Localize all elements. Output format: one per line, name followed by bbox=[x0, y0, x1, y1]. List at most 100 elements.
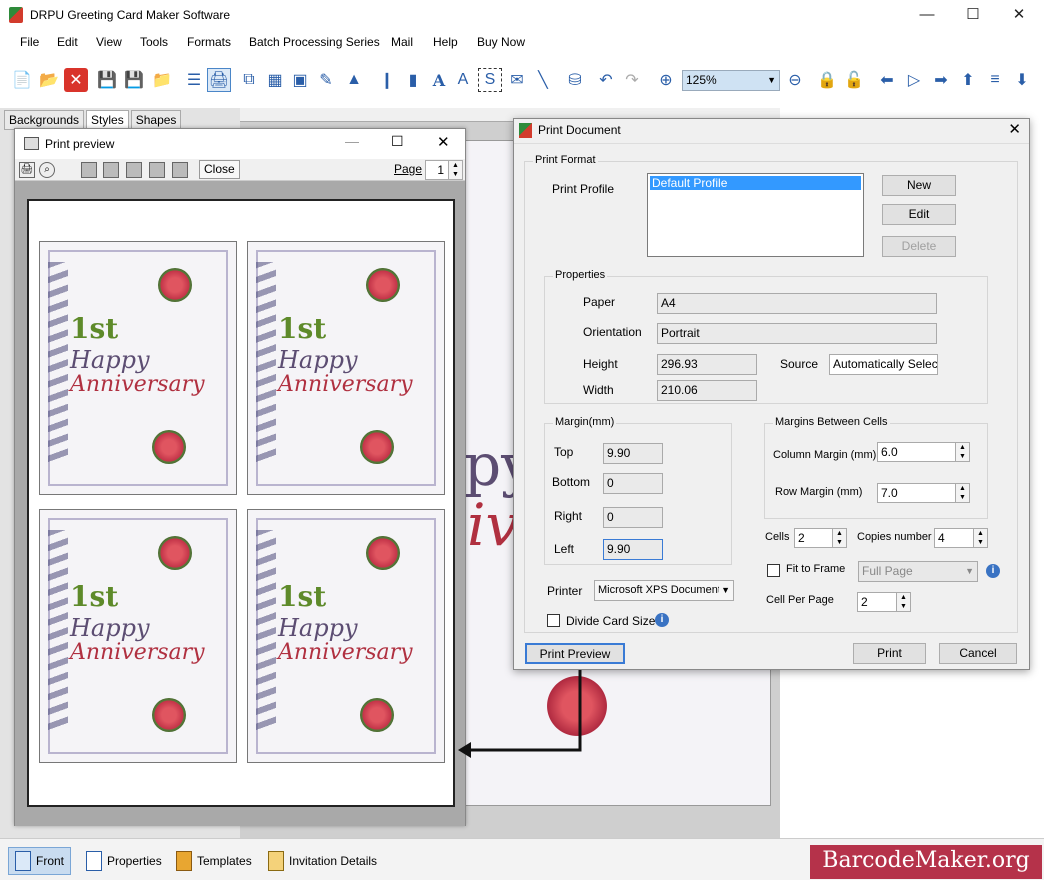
page-spinner[interactable]: 1 ▲ ▼ bbox=[425, 160, 463, 180]
preview-print-icon[interactable]: 🖨 bbox=[19, 162, 35, 178]
mail-icon[interactable]: ✉ bbox=[505, 68, 529, 92]
save-as-icon[interactable]: 💾 bbox=[122, 68, 146, 92]
menu-formats[interactable]: Formats bbox=[187, 35, 231, 49]
menu-buy-now[interactable]: Buy Now bbox=[477, 35, 525, 49]
tab-backgrounds[interactable]: Backgrounds bbox=[4, 110, 85, 130]
picture-icon[interactable]: ▣ bbox=[288, 68, 312, 92]
export-icon[interactable]: 📁 bbox=[150, 68, 174, 92]
menu-tools[interactable]: Tools bbox=[140, 35, 168, 49]
height-field[interactable]: 296.93 bbox=[657, 354, 757, 375]
cancel-button[interactable]: Cancel bbox=[939, 643, 1017, 664]
pen-icon[interactable]: ✎ bbox=[314, 68, 338, 92]
tab-styles[interactable]: Styles bbox=[86, 110, 129, 130]
tab-shapes[interactable]: Shapes bbox=[130, 110, 182, 130]
preview-maximize-button[interactable]: ☐ bbox=[391, 133, 404, 150]
menu-edit[interactable]: Edit bbox=[57, 35, 78, 49]
left-margin-field[interactable]: 9.90 bbox=[603, 539, 663, 560]
spinner-arrows-icon[interactable]: ▲ ▼ bbox=[896, 593, 910, 611]
preview-minimize-button[interactable]: — bbox=[345, 133, 359, 149]
top-margin-field[interactable]: 9.90 bbox=[603, 443, 663, 464]
right-margin-field[interactable]: 0 bbox=[603, 507, 663, 528]
print-preview-button[interactable]: Print Preview bbox=[525, 643, 625, 664]
copy-icon[interactable]: ⧉ bbox=[237, 68, 261, 92]
unlock-icon[interactable]: 🔓 bbox=[842, 68, 866, 92]
align-icon[interactable]: ≡ bbox=[983, 68, 1007, 92]
row-margin-spinner[interactable]: 7.0 ▲ ▼ bbox=[877, 483, 970, 503]
divide-info-icon[interactable]: i bbox=[655, 613, 669, 627]
minimize-button[interactable]: — bbox=[904, 2, 950, 28]
zoom-select[interactable]: 125% ▼ bbox=[682, 70, 780, 91]
new-profile-button[interactable]: New bbox=[882, 175, 956, 196]
cell-per-page-spinner[interactable]: 2 ▲ ▼ bbox=[857, 592, 911, 612]
text-icon[interactable]: A bbox=[427, 68, 451, 92]
word-art-icon[interactable]: A bbox=[451, 68, 475, 92]
source-field[interactable]: Automatically Selec bbox=[829, 354, 938, 375]
barcode-2-icon[interactable]: ▮ bbox=[401, 68, 425, 92]
fit-to-frame-select[interactable]: Full Page ▼ bbox=[858, 561, 978, 582]
menu-mail[interactable]: Mail bbox=[391, 35, 413, 49]
close-window-button[interactable]: ✕ bbox=[996, 2, 1042, 28]
save-icon[interactable]: 💾 bbox=[95, 68, 119, 92]
arrow-right-icon[interactable]: ➡ bbox=[929, 68, 953, 92]
spinner-arrows-icon[interactable]: ▲ ▼ bbox=[448, 161, 462, 179]
flip-icon[interactable]: ▷ bbox=[902, 68, 926, 92]
print-button[interactable]: Print bbox=[853, 643, 926, 664]
width-field[interactable]: 210.06 bbox=[657, 380, 757, 401]
front-tab[interactable]: Front bbox=[8, 847, 72, 875]
image-icon[interactable]: ▦ bbox=[263, 68, 287, 92]
one-page-icon[interactable] bbox=[81, 162, 97, 178]
line-icon[interactable]: ╲ bbox=[531, 68, 555, 92]
column-margin-spinner[interactable]: 6.0 ▲ ▼ bbox=[877, 442, 970, 462]
close-file-icon[interactable]: ✕ bbox=[64, 68, 88, 92]
arrow-up-icon[interactable]: ⬆ bbox=[956, 68, 980, 92]
arrow-left-icon[interactable]: ⬅ bbox=[875, 68, 899, 92]
menu-help[interactable]: Help bbox=[433, 35, 458, 49]
profile-item[interactable]: Default Profile bbox=[650, 176, 861, 190]
profile-list[interactable]: Default Profile bbox=[647, 173, 864, 257]
orientation-field[interactable]: Portrait bbox=[657, 323, 937, 344]
zoom-in-icon[interactable]: ⊕ bbox=[654, 68, 678, 92]
invitation-details-tab[interactable]: Invitation Details bbox=[262, 847, 383, 875]
fit-info-icon[interactable]: i bbox=[986, 564, 1000, 578]
preview-zoom-icon[interactable]: ⌕ bbox=[39, 162, 55, 178]
shapes-icon[interactable]: ▲ bbox=[342, 68, 366, 92]
lock-icon[interactable]: 🔒 bbox=[815, 68, 839, 92]
copies-spinner[interactable]: 4 ▲ ▼ bbox=[934, 528, 988, 548]
menu-view[interactable]: View bbox=[96, 35, 122, 49]
four-pages-icon[interactable] bbox=[149, 162, 165, 178]
properties-tab[interactable]: Properties bbox=[80, 847, 168, 875]
select-icon[interactable]: S bbox=[478, 68, 502, 92]
three-pages-icon[interactable] bbox=[126, 162, 142, 178]
paper-field[interactable]: A4 bbox=[657, 293, 937, 314]
barcode-icon[interactable]: ❙ bbox=[375, 68, 399, 92]
properties-icon[interactable]: ☰ bbox=[182, 68, 206, 92]
arrow-down-icon[interactable]: ⬇ bbox=[1010, 68, 1034, 92]
zoom-out-icon[interactable]: ⊖ bbox=[783, 68, 807, 92]
printer-select[interactable]: Microsoft XPS Document ▼ bbox=[594, 580, 734, 601]
undo-icon[interactable]: ↶ bbox=[594, 68, 618, 92]
database-icon[interactable]: ⛁ bbox=[563, 68, 587, 92]
print-icon[interactable]: 🖨 bbox=[207, 68, 231, 92]
dialog-close-icon[interactable]: ✕ bbox=[1008, 120, 1021, 138]
redo-icon[interactable]: ↷ bbox=[620, 68, 644, 92]
open-icon[interactable]: 📂 bbox=[37, 68, 61, 92]
templates-tab[interactable]: Templates bbox=[170, 847, 258, 875]
six-pages-icon[interactable] bbox=[172, 162, 188, 178]
spinner-arrows-icon[interactable]: ▲ ▼ bbox=[955, 484, 969, 502]
two-pages-icon[interactable] bbox=[103, 162, 119, 178]
new-icon[interactable]: 📄 bbox=[10, 68, 34, 92]
spinner-arrows-icon[interactable]: ▲ ▼ bbox=[832, 529, 846, 547]
preview-close-x-button[interactable]: ✕ bbox=[437, 133, 450, 151]
divide-card-checkbox[interactable] bbox=[547, 614, 560, 627]
maximize-button[interactable]: ☐ bbox=[950, 2, 996, 28]
cells-spinner[interactable]: 2 ▲ ▼ bbox=[794, 528, 847, 548]
delete-profile-button[interactable]: Delete bbox=[882, 236, 956, 257]
bottom-margin-field[interactable]: 0 bbox=[603, 473, 663, 494]
edit-profile-button[interactable]: Edit bbox=[882, 204, 956, 225]
spinner-arrows-icon[interactable]: ▲ ▼ bbox=[973, 529, 987, 547]
fit-to-frame-checkbox[interactable] bbox=[767, 564, 780, 577]
spinner-arrows-icon[interactable]: ▲ ▼ bbox=[955, 443, 969, 461]
preview-close-button[interactable]: Close bbox=[199, 160, 240, 179]
menu-file[interactable]: File bbox=[20, 35, 39, 49]
menu-batch-processing[interactable]: Batch Processing Series bbox=[249, 35, 380, 49]
